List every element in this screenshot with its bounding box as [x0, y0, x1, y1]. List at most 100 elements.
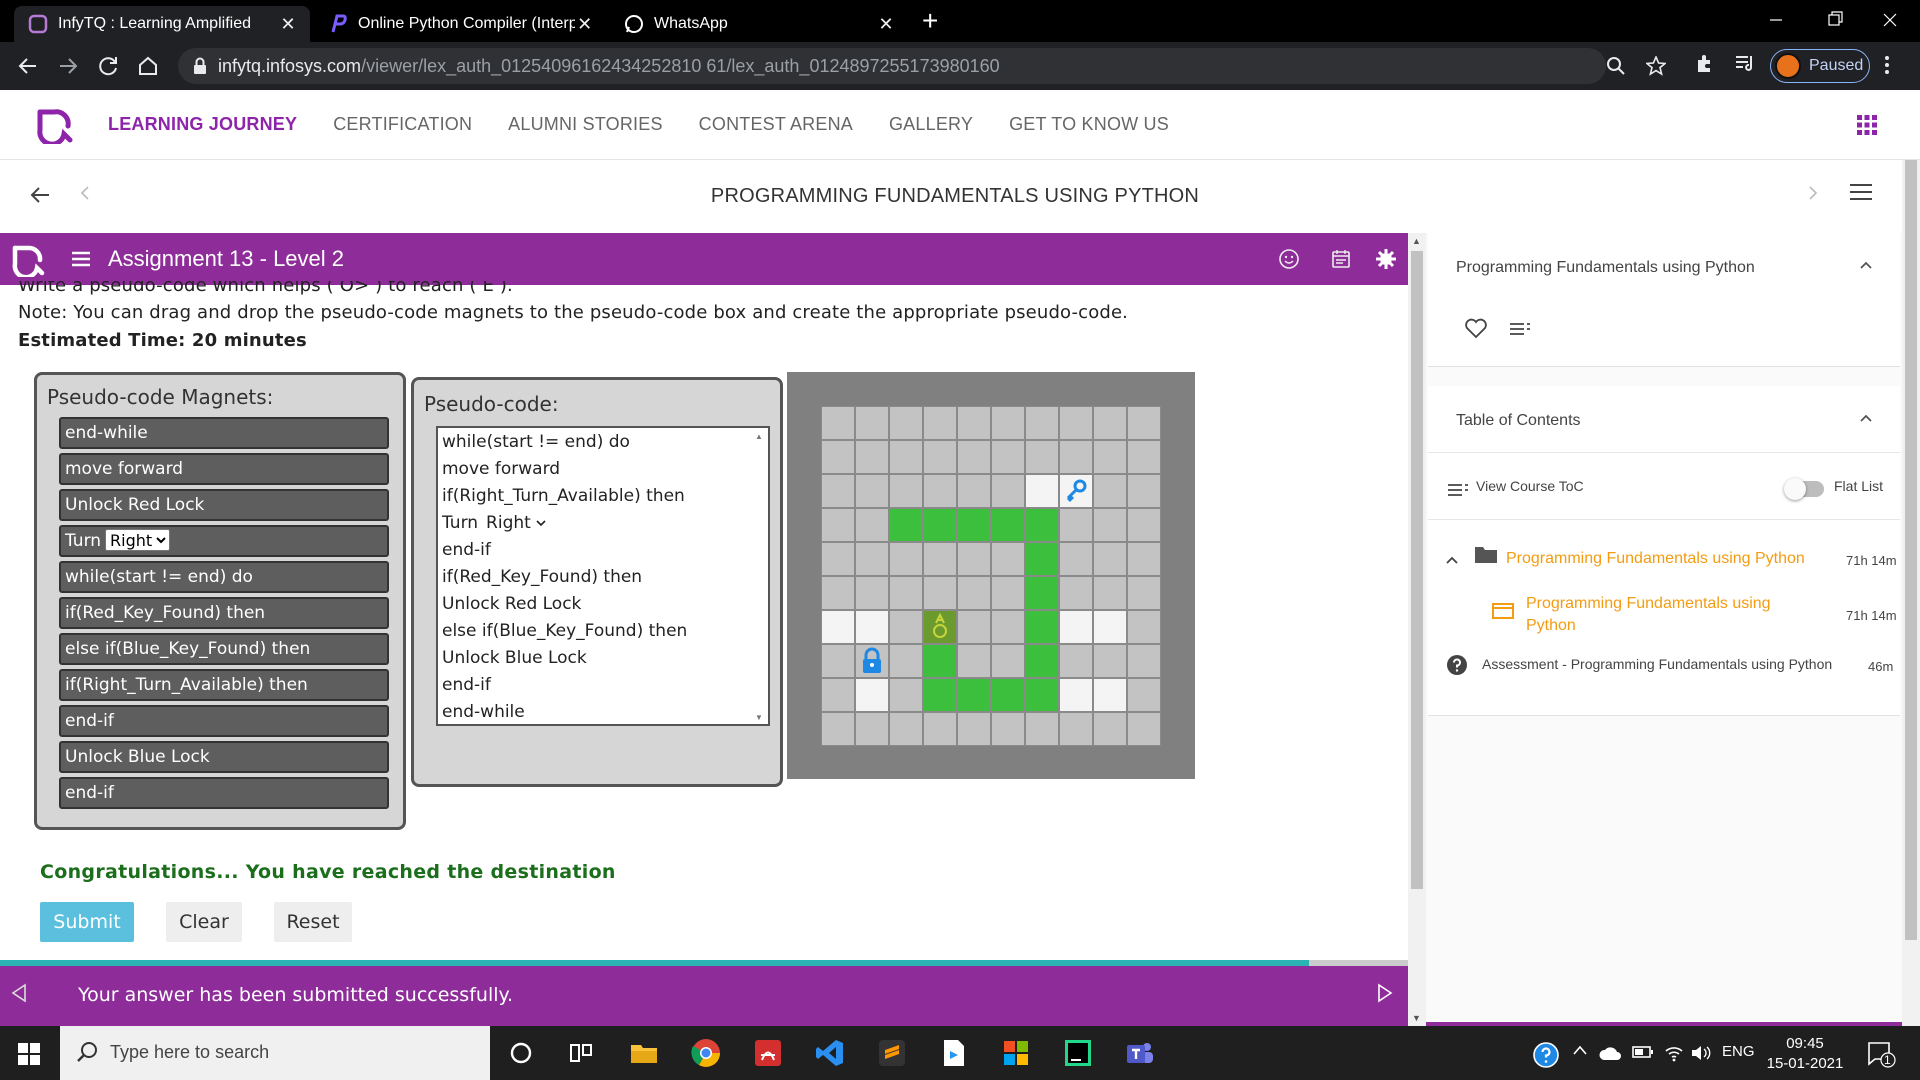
pycharm-icon[interactable] [1062, 1037, 1094, 1069]
magnet-item[interactable]: while(start != end) do [59, 561, 389, 593]
scroll-up-icon[interactable]: ▲ [755, 432, 763, 441]
code-scrollbar[interactable]: ▲ ▼ [752, 430, 766, 724]
close-icon[interactable]: ✕ [876, 14, 896, 35]
chrome-icon[interactable] [690, 1037, 722, 1069]
new-tab-button[interactable]: + [922, 6, 938, 36]
scroll-down-icon[interactable]: ▼ [1412, 1013, 1421, 1023]
reset-button[interactable]: Reset [274, 902, 352, 942]
file-explorer-icon[interactable] [628, 1037, 660, 1069]
sublime-text-icon[interactable] [876, 1037, 908, 1069]
cortana-icon[interactable] [505, 1037, 537, 1069]
address-bar[interactable]: infytq.infosys.com/viewer/lex_auth_01254… [178, 48, 1666, 84]
pseudo-code-box[interactable]: while(start != end) do move forward if(Rig… [436, 426, 770, 726]
nav-get-to-know-us[interactable]: GET TO KNOW US [1009, 114, 1169, 135]
calendar-icon[interactable] [1330, 248, 1352, 270]
hamburger-menu-icon[interactable] [1850, 183, 1872, 201]
pseudo-code-line[interactable]: while(start != end) do [442, 432, 630, 452]
toc-list-icon[interactable] [1448, 483, 1468, 497]
back-arrow-icon[interactable] [14, 52, 42, 80]
minimize-window-icon[interactable] [1756, 6, 1796, 34]
task-view-icon[interactable] [565, 1037, 597, 1069]
vscode-icon[interactable] [814, 1037, 846, 1069]
magnet-item[interactable]: move forward [59, 453, 389, 485]
tab-infytq[interactable]: InfyTQ : Learning Amplified ✕ [14, 6, 310, 42]
close-icon[interactable]: ✕ [575, 14, 594, 35]
extensions-puzzle-icon[interactable] [1694, 52, 1716, 74]
scroll-thumb[interactable] [1905, 160, 1917, 940]
help-icon[interactable] [1532, 1041, 1560, 1069]
nav-alumni-stories[interactable]: ALUMNI STORIES [508, 114, 663, 135]
pseudo-code-line[interactable]: end-while [442, 702, 525, 722]
flat-list-toggle[interactable] [1784, 478, 1824, 500]
scroll-down-icon[interactable]: ▼ [755, 713, 763, 722]
file-viewer-icon[interactable] [938, 1037, 970, 1069]
turn-direction-dropdown[interactable]: Right [486, 513, 547, 533]
zoom-icon[interactable] [1606, 56, 1626, 76]
nav-contest-arena[interactable]: CONTEST ARENA [699, 114, 853, 135]
nav-certification[interactable]: CERTIFICATION [333, 114, 472, 135]
magnet-item[interactable]: Unlock Blue Lock [59, 741, 389, 773]
magnet-item[interactable]: Turn Right [59, 525, 389, 557]
pseudo-code-line[interactable]: if(Red_Key_Found) then [442, 567, 642, 587]
chevron-up-icon[interactable] [1572, 1044, 1588, 1056]
nav-learning-journey[interactable]: LEARNING JOURNEY [108, 114, 297, 135]
pseudo-code-line[interactable]: else if(Blue_Key_Found) then [442, 621, 687, 641]
magnet-item[interactable]: else if(Blue_Key_Found) then [59, 633, 389, 665]
pseudo-code-line[interactable]: end-if [442, 540, 491, 560]
page-scrollbar[interactable] [1902, 160, 1920, 1026]
close-window-icon[interactable] [1870, 6, 1910, 34]
bookmark-star-icon[interactable] [1646, 56, 1666, 76]
pseudo-code-line[interactable]: move forward [442, 459, 560, 479]
view-course-toc[interactable]: View Course ToC [1476, 478, 1584, 494]
heart-icon[interactable] [1464, 317, 1488, 339]
turn-direction-select[interactable]: Right [105, 529, 171, 551]
teams-icon[interactable] [1124, 1037, 1156, 1069]
infytq-logo-icon[interactable] [34, 104, 74, 144]
pseudo-code-line[interactable]: end-if [442, 675, 491, 695]
acrobat-icon[interactable] [752, 1037, 784, 1069]
playlist-icon[interactable] [1510, 322, 1530, 336]
notifications-icon[interactable] [1866, 1040, 1896, 1068]
toc-module-title[interactable]: Programming Fundamentals using Python [1506, 550, 1805, 568]
pseudo-code-line[interactable]: if(Right_Turn_Available) then [442, 486, 685, 506]
forward-arrow-icon[interactable] [54, 52, 82, 80]
menu-icon[interactable] [72, 251, 90, 267]
magnet-item[interactable]: end-while [59, 417, 389, 449]
tab-whatsapp[interactable]: WhatsApp ✕ [610, 6, 908, 42]
apps-grid-icon[interactable] [1857, 115, 1877, 135]
submit-button[interactable]: Submit [40, 902, 134, 942]
media-queue-icon[interactable] [1734, 52, 1756, 74]
microsoft-store-icon[interactable] [1000, 1037, 1032, 1069]
chevron-up-icon[interactable] [1858, 412, 1874, 424]
tab-python-compiler[interactable]: Online Python Compiler (Interpre ✕ [314, 6, 606, 42]
magnet-item[interactable]: end-if [59, 705, 389, 737]
pseudo-code-line[interactable]: Turn Right [442, 513, 547, 533]
close-icon[interactable]: ✕ [278, 14, 298, 35]
content-scrollbar[interactable]: ▲ ▼ [1408, 233, 1426, 1026]
next-triangle-icon[interactable] [1376, 982, 1394, 1004]
magnet-item[interactable]: if(Red_Key_Found) then [59, 597, 389, 629]
toc-assessment-title[interactable]: Assessment - Programming Fundamentals us… [1482, 656, 1832, 672]
magnet-item[interactable]: end-if [59, 777, 389, 809]
clear-button[interactable]: Clear [166, 902, 242, 942]
nav-gallery[interactable]: GALLERY [889, 114, 973, 135]
home-icon[interactable] [134, 52, 162, 80]
wifi-icon[interactable] [1664, 1044, 1684, 1062]
onedrive-cloud-icon[interactable] [1598, 1044, 1622, 1062]
pseudo-code-line[interactable]: Unlock Blue Lock [442, 648, 587, 668]
smiley-icon[interactable] [1278, 248, 1300, 270]
taskbar-search-box[interactable]: Type here to search [60, 1026, 490, 1080]
magnet-item[interactable]: if(Right_Turn_Available) then [59, 669, 389, 701]
system-clock[interactable]: 09:45 15-01-2021 [1760, 1034, 1850, 1074]
scroll-thumb[interactable] [1411, 251, 1423, 889]
chevron-right-icon[interactable] [1806, 181, 1820, 205]
battery-icon[interactable] [1632, 1044, 1654, 1060]
windows-start-icon[interactable] [18, 1043, 40, 1065]
browser-menu-icon[interactable] [1884, 54, 1890, 76]
scroll-up-icon[interactable]: ▲ [1412, 236, 1421, 246]
profile-button[interactable]: Paused [1770, 49, 1870, 83]
pseudo-code-line[interactable]: Unlock Red Lock [442, 594, 581, 614]
settings-gear-icon[interactable] [1375, 248, 1397, 270]
chevron-up-icon[interactable] [1444, 554, 1460, 566]
chevron-up-icon[interactable] [1858, 259, 1874, 271]
